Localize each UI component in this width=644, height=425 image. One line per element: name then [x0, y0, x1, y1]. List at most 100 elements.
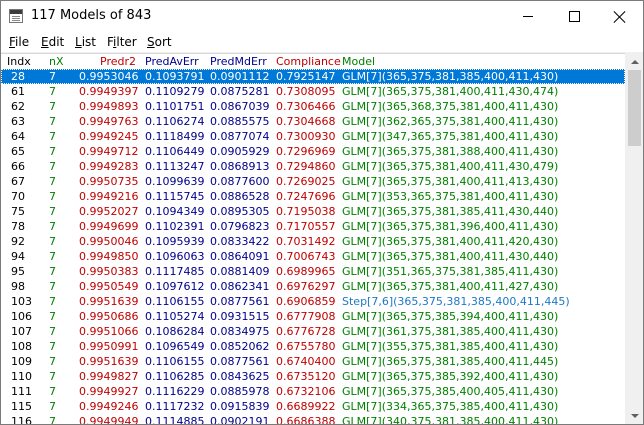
- cell-predr2: 0.9949397: [79, 85, 139, 98]
- cell-predaverr: 0.1093791: [145, 70, 205, 83]
- table-row[interactable]: 94 7 0.9949850 0.1096063 0.0864091 0.7006743 G…: [1, 249, 625, 264]
- cell-indx: 94: [11, 250, 25, 263]
- minimize-icon: [523, 16, 533, 17]
- cell-model: GLM[7](351,365,375,381,385,411,430): [342, 265, 559, 278]
- scroll-down-button[interactable]: [626, 407, 643, 424]
- table-row[interactable]: 64 7 0.9949245 0.1118499 0.0877074 0.7300930 G…: [1, 129, 625, 144]
- menu-list-label: ist: [81, 35, 96, 49]
- cell-predr2: 0.9953046: [79, 70, 139, 83]
- cell-nx: 7: [49, 370, 56, 383]
- cell-predr2: 0.9951066: [79, 325, 139, 338]
- cell-indx: 107: [11, 325, 32, 338]
- cell-predaverr: 0.1118499: [145, 130, 205, 143]
- table-row[interactable]: 108 7 0.9950991 0.1096549 0.0852062 0.6755780…: [1, 339, 625, 354]
- title-bar[interactable]: 117 Models of 843: [1, 1, 643, 32]
- cell-predr2: 0.9949850: [79, 250, 139, 263]
- cell-predaverr: 0.1096549: [145, 340, 205, 353]
- close-button[interactable]: [597, 1, 643, 32]
- table-row[interactable]: 111 7 0.9949927 0.1116229 0.0885978 0.6732106…: [1, 384, 625, 399]
- cell-predmderr: 0.0885978: [210, 385, 270, 398]
- models-list[interactable]: Indx nX Predr2 PredAvErr PredMdErr Compl…: [1, 53, 625, 425]
- cell-compliance: 0.6989965: [276, 265, 336, 278]
- column-header-predaverr[interactable]: PredAvErr: [145, 55, 199, 68]
- cell-predmderr: 0.0852062: [210, 340, 270, 353]
- cell-predr2: 0.9950383: [79, 265, 139, 278]
- cell-predr2: 0.9950991: [79, 340, 139, 353]
- column-header-compliance[interactable]: Compliance: [276, 55, 341, 68]
- table-row[interactable]: 92 7 0.9950046 0.1095939 0.0833422 0.7031492 G…: [1, 234, 625, 249]
- cell-nx: 7: [49, 340, 56, 353]
- vertical-scrollbar[interactable]: [626, 53, 643, 424]
- cell-predmderr: 0.0833422: [210, 235, 270, 248]
- maximize-button[interactable]: [551, 1, 597, 32]
- cell-compliance: 0.7195038: [276, 205, 336, 218]
- table-row[interactable]: 65 7 0.9949712 0.1106449 0.0905929 0.7296969 G…: [1, 144, 625, 159]
- column-header-predr2[interactable]: Predr2: [100, 55, 136, 68]
- cell-indx: 28: [11, 70, 25, 83]
- cell-model: GLM[7](365,375,381,400,411,430,440): [342, 250, 559, 263]
- menu-sort-label: ort: [154, 35, 172, 49]
- cell-indx: 110: [11, 370, 32, 383]
- table-row[interactable]: 63 7 0.9949763 0.1106274 0.0885575 0.7304668 G…: [1, 114, 625, 129]
- cell-compliance: 0.6976297: [276, 280, 336, 293]
- cell-compliance: 0.6732106: [276, 385, 336, 398]
- table-row[interactable]: 67 7 0.9950735 0.1099639 0.0877600 0.7269025 G…: [1, 174, 625, 189]
- menu-edit[interactable]: Edit: [41, 35, 64, 49]
- cell-compliance: 0.6777908: [276, 310, 336, 323]
- table-row[interactable]: 106 7 0.9950686 0.1105274 0.0931515 0.6777908…: [1, 309, 625, 324]
- table-row[interactable]: 62 7 0.9949893 0.1101751 0.0867039 0.7306466 G…: [1, 99, 625, 114]
- table-row[interactable]: 95 7 0.9950383 0.1117485 0.0881409 0.6989965 G…: [1, 264, 625, 279]
- table-row[interactable]: 61 7 0.9949397 0.1109279 0.0875281 0.7308095 G…: [1, 84, 625, 99]
- cell-indx: 70: [11, 190, 25, 203]
- table-row[interactable]: 66 7 0.9949283 0.1113247 0.0868913 0.7294860 G…: [1, 159, 625, 174]
- table-row[interactable]: 78 7 0.9949699 0.1102391 0.0796823 0.7170557 G…: [1, 219, 625, 234]
- app-window-icon[interactable]: [9, 9, 23, 23]
- cell-predr2: 0.9949763: [79, 115, 139, 128]
- cell-predmderr: 0.0864091: [210, 250, 270, 263]
- cell-predr2: 0.9949216: [79, 190, 139, 203]
- menu-filter[interactable]: Filter: [107, 35, 137, 49]
- cell-compliance: 0.7304668: [276, 115, 336, 128]
- cell-compliance: 0.7296969: [276, 145, 336, 158]
- cell-indx: 61: [11, 85, 25, 98]
- menu-list[interactable]: List: [75, 35, 96, 49]
- cell-predr2: 0.9950549: [79, 280, 139, 293]
- cell-nx: 7: [49, 205, 56, 218]
- table-row[interactable]: 103 7 0.9951639 0.1106155 0.0877561 0.6906859…: [1, 294, 625, 309]
- cell-predr2: 0.9949246: [79, 400, 139, 413]
- cell-model: GLM[7](365,375,385,400,405,411,430): [342, 385, 559, 398]
- menu-file[interactable]: File: [9, 35, 29, 49]
- cell-predaverr: 0.1097612: [145, 280, 205, 293]
- minimize-button[interactable]: [505, 1, 551, 32]
- cell-compliance: 0.7031492: [276, 235, 336, 248]
- table-row[interactable]: 98 7 0.9950549 0.1097612 0.0862341 0.6976297 G…: [1, 279, 625, 294]
- cell-model: GLM[7](362,365,375,381,400,411,430): [342, 115, 559, 128]
- table-row[interactable]: 115 7 0.9949246 0.1117232 0.0915839 0.6689922…: [1, 399, 625, 414]
- cell-predr2: 0.9949712: [79, 145, 139, 158]
- cell-indx: 78: [11, 220, 25, 233]
- cell-compliance: 0.6735120: [276, 370, 336, 383]
- table-row[interactable]: 109 7 0.9951639 0.1106155 0.0877561 0.6740400…: [1, 354, 625, 369]
- cell-model: GLM[7](365,375,381,400,411,430,479): [342, 160, 559, 173]
- table-row[interactable]: 75 7 0.9952027 0.1094349 0.0895305 0.7195038 G…: [1, 204, 625, 219]
- menu-sort[interactable]: Sort: [147, 35, 172, 49]
- table-row[interactable]: 110 7 0.9949827 0.1106285 0.0843625 0.6735120…: [1, 369, 625, 384]
- table-row[interactable]: 28 7 0.9953046 0.1093791 0.0901112 0.7925147 G…: [1, 69, 625, 84]
- scroll-up-button[interactable]: [626, 53, 643, 70]
- scroll-thumb[interactable]: [628, 70, 641, 146]
- column-header-model[interactable]: Model: [342, 55, 375, 68]
- column-header-nx[interactable]: nX: [49, 55, 64, 68]
- cell-predr2: 0.9950046: [79, 235, 139, 248]
- close-icon: [614, 11, 626, 23]
- cell-predmderr: 0.0902191: [210, 415, 270, 425]
- cell-model: GLM[7](355,375,381,385,400,411,430): [342, 340, 559, 353]
- column-header-indx[interactable]: Indx: [7, 55, 31, 68]
- cell-nx: 7: [49, 70, 56, 83]
- table-row[interactable]: 116 7 0.9949949 0.1114885 0.0902191 0.6686388…: [1, 414, 625, 425]
- table-row[interactable]: 107 7 0.9951066 0.1086284 0.0834975 0.6776728…: [1, 324, 625, 339]
- table-row[interactable]: 70 7 0.9949216 0.1115745 0.0886528 0.7247696 G…: [1, 189, 625, 204]
- cell-predmderr: 0.0877074: [210, 130, 270, 143]
- cell-model: GLM[7](334,365,375,385,400,411,430): [342, 400, 559, 413]
- cell-predmderr: 0.0868913: [210, 160, 270, 173]
- column-header-predmderr[interactable]: PredMdErr: [210, 55, 267, 68]
